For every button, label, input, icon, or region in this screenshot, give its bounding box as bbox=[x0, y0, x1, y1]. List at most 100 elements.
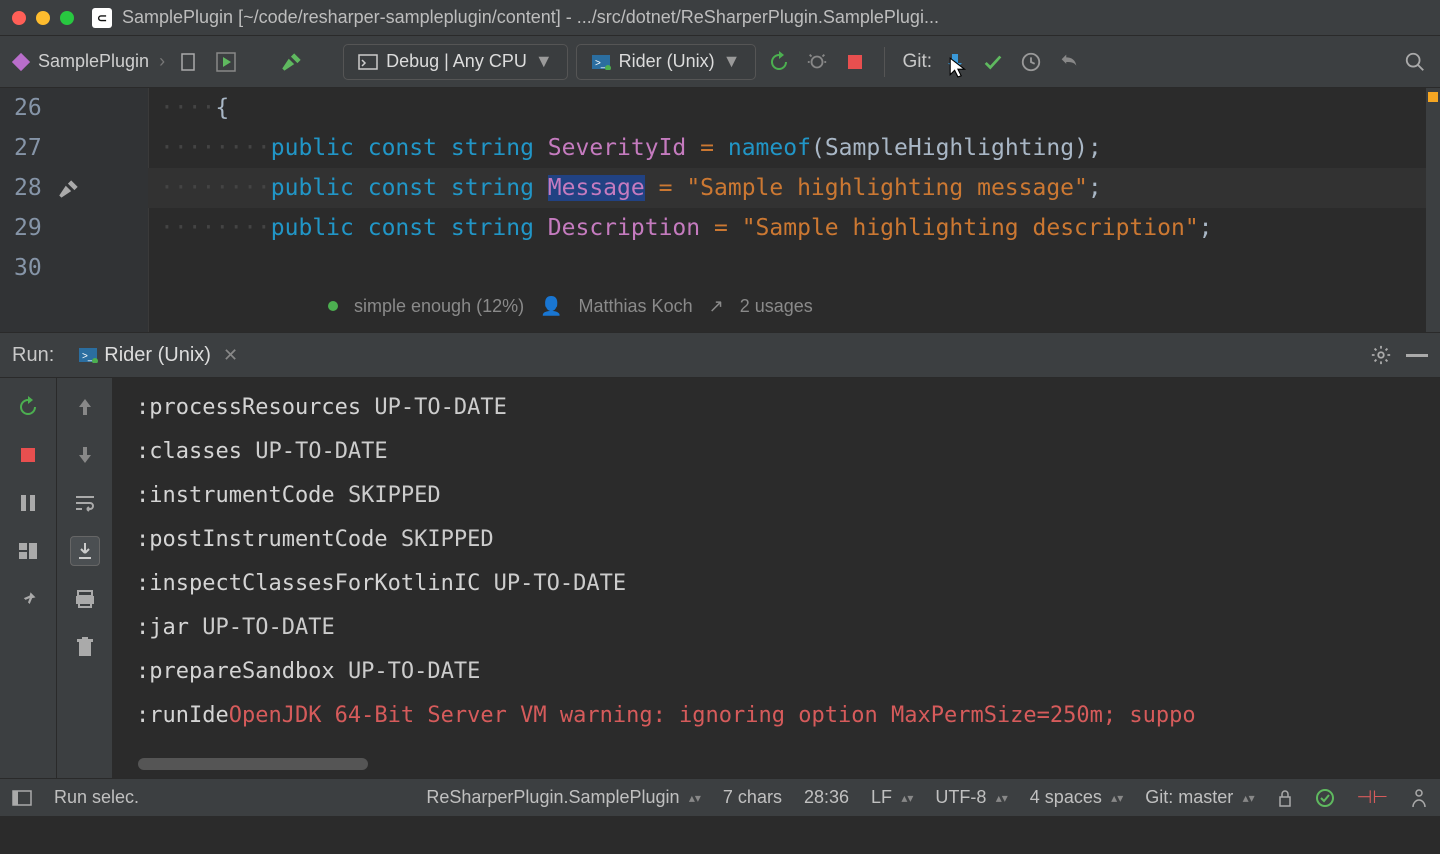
author-label: Matthias Koch bbox=[579, 286, 693, 326]
error-stripe[interactable] bbox=[1426, 88, 1440, 332]
author-icon: 👤 bbox=[540, 286, 562, 326]
run-tool-header: Run: >_ Rider (Unix) ✕ bbox=[0, 332, 1440, 378]
minimize-window-button[interactable] bbox=[36, 11, 50, 25]
app-icon: ⊂ bbox=[92, 8, 112, 28]
svg-text:>_: >_ bbox=[82, 351, 94, 362]
selected-text: Message bbox=[548, 175, 645, 201]
code-line: ········public const string Description … bbox=[148, 208, 1440, 248]
wrap-text-icon[interactable] bbox=[70, 488, 100, 518]
line-number: 30 bbox=[14, 248, 148, 288]
git-commit-icon[interactable] bbox=[978, 47, 1008, 77]
run-panel-title: Run: bbox=[12, 344, 54, 367]
code-editor[interactable]: 26 27 28 29 30 ····{ ········public cons… bbox=[0, 88, 1440, 332]
hide-panel-icon[interactable] bbox=[1406, 352, 1428, 358]
build-config-label: Debug | Any CPU bbox=[386, 51, 527, 72]
code-lens[interactable]: simple enough (12%) 👤 Matthias Koch ↗ 2 … bbox=[328, 286, 813, 326]
complexity-label: simple enough (12%) bbox=[354, 286, 524, 326]
window-controls bbox=[12, 11, 74, 25]
chevron-right-icon: › bbox=[159, 51, 165, 72]
gear-icon[interactable] bbox=[1370, 344, 1392, 366]
solution-icon bbox=[10, 51, 32, 73]
title-bar: ⊂ SamplePlugin [~/code/resharper-samplep… bbox=[0, 0, 1440, 36]
scroll-to-end-icon[interactable] bbox=[70, 536, 100, 566]
separator bbox=[884, 47, 885, 77]
usages-icon: ↗ bbox=[709, 286, 724, 326]
up-arrow-icon[interactable] bbox=[70, 392, 100, 422]
close-tab-icon[interactable]: ✕ bbox=[223, 345, 238, 366]
warning-marker-icon[interactable] bbox=[1428, 92, 1438, 102]
status-bar: Run selec. ReSharperPlugin.SamplePlugin … bbox=[0, 778, 1440, 816]
console-line: :prepareSandbox UP-TO-DATE bbox=[136, 650, 1424, 694]
console-line: :classes UP-TO-DATE bbox=[136, 430, 1424, 474]
pin-icon[interactable] bbox=[13, 584, 43, 614]
build-config-dropdown[interactable]: Debug | Any CPU ▼ bbox=[343, 44, 568, 80]
usages-label: 2 usages bbox=[740, 286, 813, 326]
code-line: ········public const string SeverityId =… bbox=[148, 128, 1440, 168]
man-icon[interactable] bbox=[1410, 788, 1428, 808]
tool-window-toggle-icon[interactable] bbox=[12, 790, 32, 806]
code-line bbox=[148, 248, 1440, 288]
down-arrow-icon[interactable] bbox=[70, 440, 100, 470]
terminal-icon: >_ bbox=[591, 54, 611, 70]
breadcrumb[interactable]: SamplePlugin › bbox=[10, 51, 165, 73]
line-number: 29 bbox=[14, 208, 148, 248]
window-title: SamplePlugin [~/code/resharper-sampleplu… bbox=[122, 7, 939, 28]
undo-icon[interactable] bbox=[1054, 47, 1084, 77]
search-icon[interactable] bbox=[1400, 47, 1430, 77]
git-update-icon[interactable] bbox=[940, 47, 970, 77]
code-line: ····{ bbox=[148, 88, 1440, 128]
console-line: :instrumentCode SKIPPED bbox=[136, 474, 1424, 518]
console-line: :processResources UP-TO-DATE bbox=[136, 386, 1424, 430]
lock-icon[interactable] bbox=[1277, 789, 1293, 807]
run-tab-label: Rider (Unix) bbox=[104, 344, 211, 367]
chevron-down-icon: ▼ bbox=[723, 51, 741, 72]
svg-text:>_: >_ bbox=[595, 58, 607, 69]
chevron-down-icon: ▼ bbox=[535, 51, 553, 72]
print-icon[interactable] bbox=[70, 584, 100, 614]
maximize-window-button[interactable] bbox=[60, 11, 74, 25]
status-position[interactable]: 28:36 bbox=[804, 787, 849, 808]
history-icon[interactable] bbox=[1016, 47, 1046, 77]
run-console-panel: :processResources UP-TO-DATE :classes UP… bbox=[0, 378, 1440, 778]
config-icon bbox=[358, 54, 378, 70]
pause-icon[interactable] bbox=[13, 488, 43, 518]
inspection-ok-icon[interactable] bbox=[1315, 788, 1335, 808]
status-line-ending[interactable]: LF ▴▾ bbox=[871, 787, 913, 808]
terminal-icon: >_ bbox=[78, 347, 98, 363]
trash-icon[interactable] bbox=[70, 632, 100, 662]
run-config-dropdown[interactable]: >_ Rider (Unix) ▼ bbox=[576, 44, 756, 80]
console-output[interactable]: :processResources UP-TO-DATE :classes UP… bbox=[112, 378, 1440, 778]
stop-button[interactable] bbox=[13, 440, 43, 470]
line-number: 27 bbox=[14, 128, 148, 168]
file-icon[interactable] bbox=[173, 47, 203, 77]
code-line-current: ········public const string Message = "S… bbox=[148, 168, 1440, 208]
console-line: :jar UP-TO-DATE bbox=[136, 606, 1424, 650]
rerun-icon[interactable] bbox=[13, 392, 43, 422]
build-marker-icon[interactable] bbox=[56, 176, 82, 202]
build-hammer-icon[interactable] bbox=[277, 47, 307, 77]
status-run-label[interactable]: Run selec. bbox=[54, 787, 139, 808]
memory-icon[interactable]: ⊣⊢ bbox=[1357, 787, 1388, 808]
run-tab[interactable]: >_ Rider (Unix) ✕ bbox=[68, 340, 248, 371]
git-label: Git: bbox=[903, 51, 933, 73]
console-secondary-toolbar bbox=[56, 378, 112, 778]
debug-bug-icon[interactable] bbox=[802, 47, 832, 77]
close-window-button[interactable] bbox=[12, 11, 26, 25]
run-play-icon[interactable] bbox=[211, 47, 241, 77]
stop-button[interactable] bbox=[840, 47, 870, 77]
horizontal-scrollbar[interactable] bbox=[138, 758, 1440, 770]
layout-icon[interactable] bbox=[13, 536, 43, 566]
console-line: :inspectClassesForKotlinIC UP-TO-DATE bbox=[136, 562, 1424, 606]
status-encoding[interactable]: UTF-8 ▴▾ bbox=[935, 787, 1007, 808]
status-git-branch[interactable]: Git: master ▴▾ bbox=[1145, 787, 1254, 808]
status-project[interactable]: ReSharperPlugin.SamplePlugin ▴▾ bbox=[426, 787, 701, 808]
main-toolbar: SamplePlugin › Debug | Any CPU ▼ >_ Ride… bbox=[0, 36, 1440, 88]
code-area[interactable]: ····{ ········public const string Severi… bbox=[148, 88, 1440, 332]
rerun-icon[interactable] bbox=[764, 47, 794, 77]
complexity-dot-icon bbox=[328, 301, 338, 311]
editor-gutter: 26 27 28 29 30 bbox=[0, 88, 148, 332]
status-chars: 7 chars bbox=[723, 787, 782, 808]
console-line: :postInstrumentCode SKIPPED bbox=[136, 518, 1424, 562]
status-indent[interactable]: 4 spaces ▴▾ bbox=[1030, 787, 1123, 808]
console-line: :runIdeOpenJDK 64-Bit Server VM warning:… bbox=[136, 694, 1424, 738]
